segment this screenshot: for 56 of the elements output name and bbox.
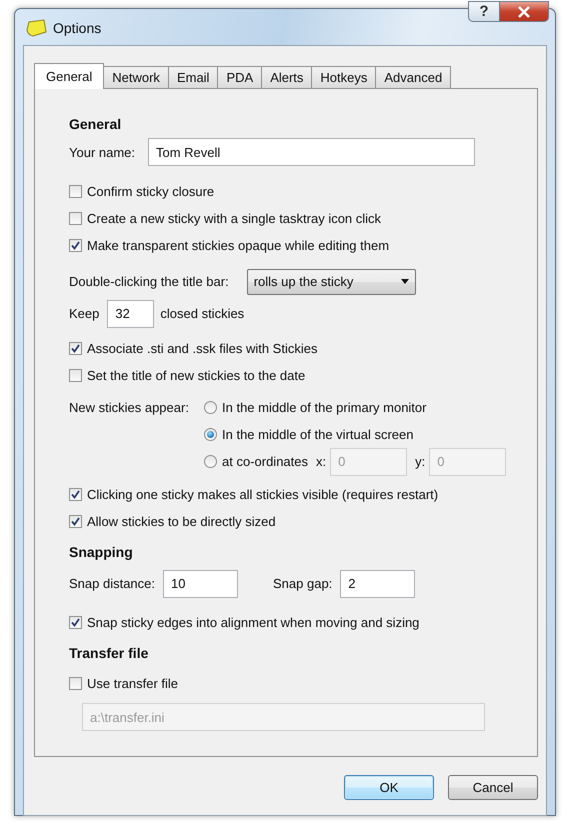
checkbox[interactable] <box>69 239 82 252</box>
checkbox-label: Set the title of new stickies to the date <box>87 368 306 383</box>
checkbox-label: Snap sticky edges into alignment when moving and sizing <box>87 615 420 630</box>
help-button[interactable]: ? <box>468 1 500 22</box>
sticky-note-icon <box>25 19 47 37</box>
checkbox[interactable] <box>69 369 82 382</box>
number-field[interactable]: 10 <box>163 570 238 598</box>
tab[interactable]: Network <box>103 66 169 88</box>
radio-button[interactable] <box>204 401 217 414</box>
ok-button[interactable]: OK <box>344 775 434 800</box>
radio-label: In the middle of the primary monitor <box>222 400 426 415</box>
window-title: Options <box>53 20 102 36</box>
checkbox-label: Use transfer file <box>87 676 178 691</box>
field-label: Your name: <box>69 144 136 160</box>
close-button[interactable] <box>500 1 549 22</box>
field-label: Double-clicking the title bar: <box>69 274 229 289</box>
field-label: closed stickies <box>160 306 244 321</box>
tab[interactable]: Alerts <box>261 66 312 88</box>
field-label: x: <box>316 454 326 469</box>
cancel-button[interactable]: Cancel <box>448 775 538 800</box>
checkbox[interactable] <box>69 488 82 501</box>
field-label: Snap gap: <box>273 576 332 591</box>
checkbox[interactable] <box>69 515 82 528</box>
radio-button[interactable] <box>204 455 217 468</box>
checkbox[interactable] <box>69 185 82 198</box>
name-field[interactable]: Tom Revell <box>148 138 475 166</box>
field-label: New stickies appear: <box>69 399 190 417</box>
checkbox[interactable] <box>69 212 82 225</box>
radio-label: at co-ordinates <box>222 454 308 469</box>
number-field[interactable]: 2 <box>340 570 416 598</box>
field-label: Keep <box>69 306 100 321</box>
field-label: y: <box>415 454 426 469</box>
tab[interactable]: PDA <box>217 66 262 88</box>
checkbox-label: Allow stickies to be directly sized <box>87 514 276 529</box>
tab[interactable]: Advanced <box>375 66 452 88</box>
number-field[interactable]: 32 <box>107 300 154 328</box>
checkbox-label: Confirm sticky closure <box>87 184 214 199</box>
radio-button[interactable] <box>204 428 217 441</box>
tab[interactable]: General <box>34 63 104 89</box>
checkbox-label: Make transparent stickies opaque while editing them <box>87 238 390 253</box>
close-icon <box>517 6 531 18</box>
caret-icon <box>400 279 409 284</box>
dropdown[interactable]: rolls up the sticky <box>246 268 416 294</box>
section-heading: Transfer file <box>69 644 148 660</box>
field-label: Snap distance: <box>69 576 156 591</box>
radio-label: In the middle of the virtual screen <box>222 427 414 442</box>
checkbox-label: Clicking one sticky makes all stickies visible (requires restart) <box>87 487 438 502</box>
tab[interactable]: Email <box>168 66 218 88</box>
checkbox[interactable] <box>69 677 82 690</box>
checkbox[interactable] <box>69 616 82 629</box>
checkbox-label: Create a new sticky with a single tasktray icon click <box>87 211 382 226</box>
section-heading: Snapping <box>69 544 133 560</box>
checkbox-label: Associate .sti and .ssk files with Stickies <box>87 341 318 356</box>
section-heading: General <box>69 116 122 132</box>
checkbox[interactable] <box>69 342 82 355</box>
tab[interactable]: Hotkeys <box>311 66 376 88</box>
